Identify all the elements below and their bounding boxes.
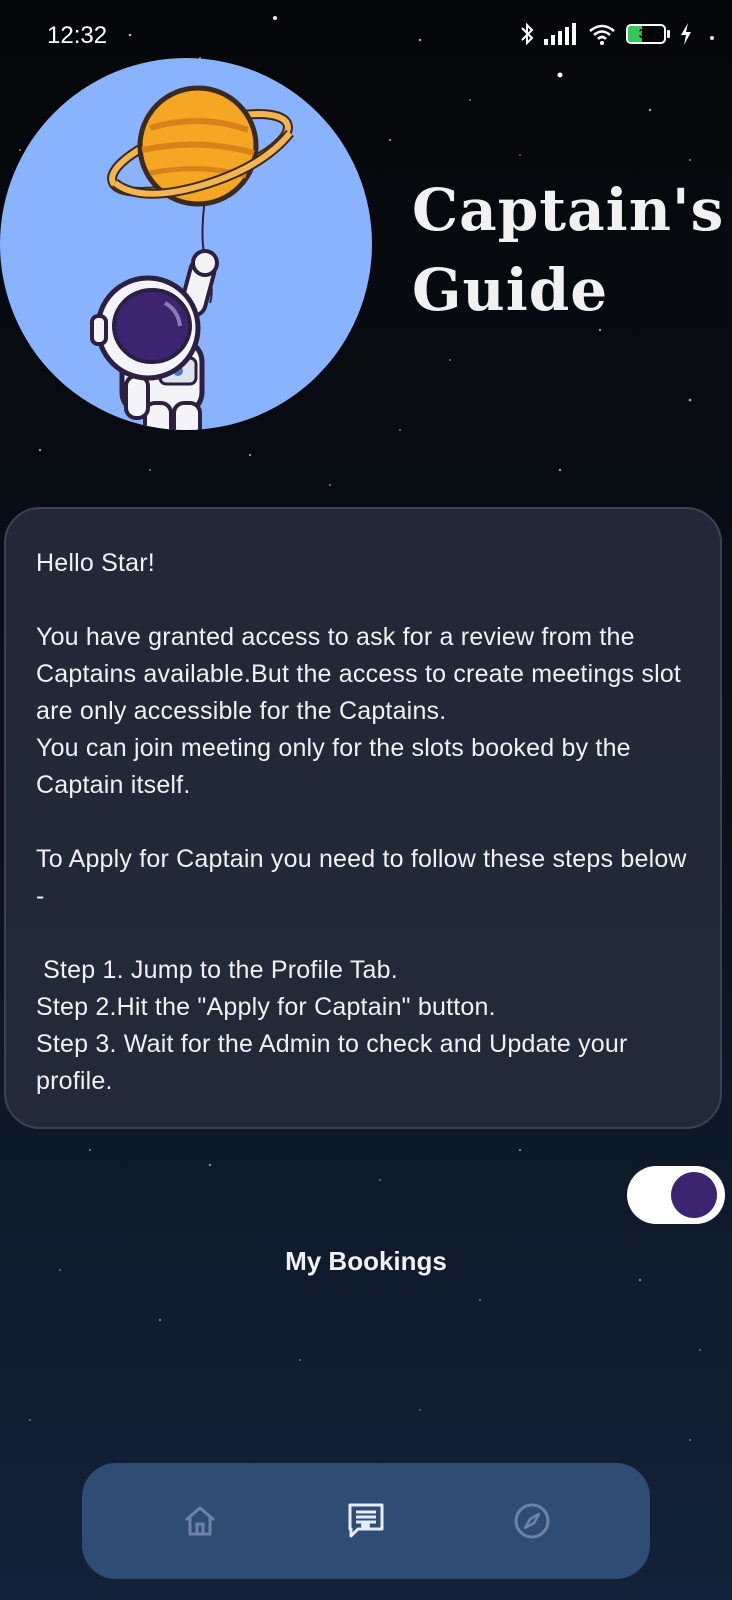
bluetooth-icon [521,22,534,46]
step-3-text: Step 3. Wait for the Admin to check and … [36,1030,628,1095]
page-title: Captain's Guide [412,170,732,330]
step-1-text: Step 1. Jump to the Profile Tab. [36,956,398,984]
my-bookings-label[interactable]: My Bookings [0,1246,732,1277]
title-line-2: Guide [412,256,609,324]
compass-icon [514,1503,550,1539]
info-paragraph-1: You have granted access to ask for a rev… [36,623,682,725]
greeting-text: Hello Star! [36,549,155,577]
hero-illustration [0,58,372,430]
status-icons: 38 [520,22,692,46]
wifi-icon [589,24,615,45]
toggle-knob [671,1172,717,1218]
battery-level: 38 [638,26,654,41]
step-2-text: Step 2.Hit the "Apply for Captain" butto… [36,993,496,1021]
battery-icon: 38 [626,24,670,44]
active-tab-indicator [361,1521,370,1530]
info-paragraph-3: To Apply for Captain you need to follow … [36,845,687,910]
status-time: 12:32 [47,22,108,49]
charging-icon [681,23,691,45]
status-bar: 12:32 38 [0,0,732,70]
astronaut-illustration [90,85,294,430]
info-paragraph-2: You can join meeting only for the slots … [36,734,631,799]
signal-icon [544,23,576,45]
home-icon [185,1506,215,1536]
nav-item-home[interactable] [160,1463,240,1579]
nav-item-explore[interactable] [492,1463,572,1579]
theme-toggle[interactable] [627,1166,725,1224]
info-card: Hello Star! You have granted access to a… [4,507,722,1129]
title-line-1: Captain's [412,176,725,244]
